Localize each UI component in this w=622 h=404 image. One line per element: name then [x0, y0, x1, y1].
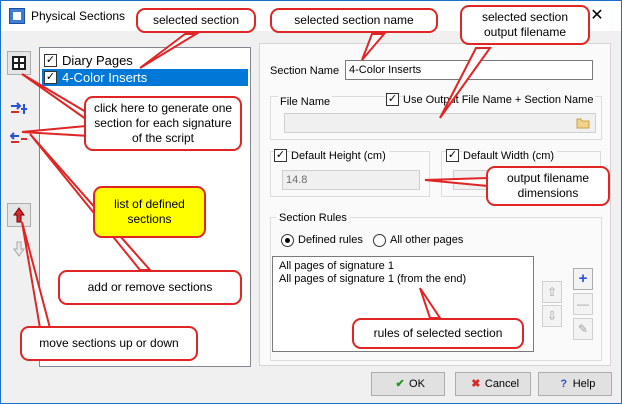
callout-dimensions: output filename dimensions: [486, 166, 610, 206]
section-name-label: Section Name: [270, 65, 340, 77]
rule-down-icon[interactable]: ⇩: [542, 305, 562, 327]
ok-button[interactable]: ✔ OK: [371, 372, 445, 396]
default-height-input[interactable]: 14.8: [282, 170, 420, 190]
list-item[interactable]: All pages of signature 1 (from the end): [279, 273, 527, 286]
callout-selected-name: selected section name: [270, 8, 438, 33]
rule-up-icon[interactable]: ⇧: [542, 281, 562, 303]
list-item[interactable]: All pages of signature 1: [279, 260, 527, 273]
cancel-label: Cancel: [484, 378, 520, 390]
list-item[interactable]: ✓ 4-Color Inserts: [42, 69, 248, 86]
section-label: 4-Color Inserts: [62, 70, 148, 85]
list-item[interactable]: ✓ Diary Pages: [42, 52, 248, 69]
section-name-input[interactable]: 4-Color Inserts: [345, 60, 593, 80]
add-rule-icon[interactable]: +: [573, 268, 593, 290]
section-label: Diary Pages: [62, 53, 133, 68]
add-section-icon[interactable]: [7, 97, 31, 121]
help-icon: ?: [560, 378, 568, 390]
callout-generate: click here to generate one section for e…: [84, 96, 242, 151]
callout-move: move sections up or down: [20, 326, 198, 361]
help-button[interactable]: ? Help: [538, 372, 612, 396]
callout-add-remove: add or remove sections: [58, 270, 242, 305]
file-name-input[interactable]: [284, 113, 596, 133]
cross-icon: ✖: [471, 378, 481, 390]
check-icon: ✔: [395, 378, 405, 390]
default-height-label: Default Height (cm): [291, 150, 389, 162]
app-icon: [9, 8, 25, 24]
default-width-label: Default Width (cm): [463, 150, 558, 162]
arrow-up-icon[interactable]: [7, 203, 31, 227]
remove-rule-icon[interactable]: —: [573, 293, 593, 315]
callout-list: list of defined sections: [93, 186, 206, 238]
section-rules-label: Section Rules: [276, 212, 350, 224]
callout-selected-output: selected section output filename: [460, 5, 590, 45]
other-pages-radio[interactable]: [373, 234, 386, 247]
default-width-checkbox[interactable]: ✓: [446, 149, 459, 162]
folder-icon[interactable]: [576, 117, 590, 132]
edit-rule-icon[interactable]: ✎: [573, 318, 593, 340]
use-output-checkbox[interactable]: ✓: [386, 93, 399, 106]
checkbox[interactable]: ✓: [44, 54, 57, 67]
window-title: Physical Sections: [31, 9, 126, 23]
signature-grid-icon[interactable]: [7, 51, 31, 75]
arrow-down-icon[interactable]: [7, 237, 31, 261]
file-name-label: File Name: [278, 96, 333, 108]
defined-rules-label: Defined rules: [298, 234, 363, 246]
ok-label: OK: [409, 378, 425, 390]
default-height-checkbox[interactable]: ✓: [274, 149, 287, 162]
callout-rules: rules of selected section: [352, 318, 524, 349]
help-label: Help: [572, 378, 596, 390]
use-output-label: Use Output File Name + Section Name: [403, 94, 596, 106]
defined-rules-radio[interactable]: [281, 234, 294, 247]
checkbox[interactable]: ✓: [44, 71, 57, 84]
remove-section-icon[interactable]: [7, 127, 31, 151]
other-pages-label: All other pages: [390, 234, 464, 246]
cancel-button[interactable]: ✖ Cancel: [455, 372, 531, 396]
callout-selected-section: selected section: [136, 8, 256, 33]
